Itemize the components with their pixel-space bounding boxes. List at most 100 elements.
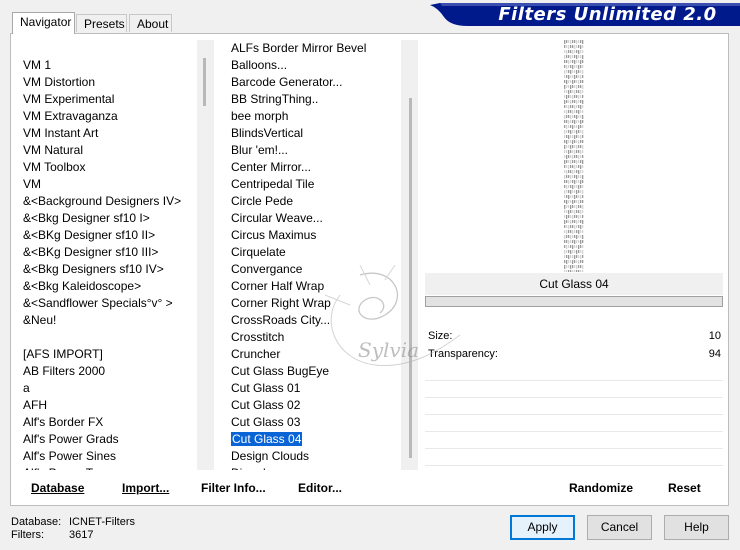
preview-pattern-cell bbox=[582, 155, 584, 158]
status-filters-value: 3617 bbox=[69, 529, 94, 541]
category-item[interactable]: VM bbox=[17, 176, 197, 193]
category-item[interactable]: AFH bbox=[17, 397, 197, 414]
category-item[interactable]: Alf's Power Toys bbox=[17, 465, 197, 470]
preview-pattern-cell bbox=[580, 190, 582, 193]
filter-item[interactable]: Cut Glass BugEye bbox=[222, 363, 400, 380]
category-item[interactable] bbox=[17, 329, 197, 346]
filter-info-button[interactable]: Filter Info... bbox=[201, 481, 266, 495]
filter-item[interactable]: Crosstitch bbox=[222, 329, 400, 346]
preview-pattern-cell bbox=[582, 60, 584, 63]
category-item[interactable]: VM Extravaganza bbox=[17, 108, 197, 125]
filter-item[interactable]: Cruncher bbox=[222, 346, 400, 363]
filter-item[interactable]: Disorder bbox=[222, 465, 400, 470]
preview-pattern-cell bbox=[570, 255, 572, 258]
category-item[interactable]: VM Natural bbox=[17, 142, 197, 159]
category-scrollbar[interactable] bbox=[197, 40, 214, 470]
randomize-button[interactable]: Randomize bbox=[569, 481, 633, 495]
filter-item[interactable]: Corner Right Wrap bbox=[222, 295, 400, 312]
filter-item[interactable]: Cut Glass 03 bbox=[222, 414, 400, 431]
filter-item[interactable]: Circle Pede bbox=[222, 193, 400, 210]
cancel-button[interactable]: Cancel bbox=[587, 515, 652, 540]
preview-pattern-cell bbox=[572, 115, 574, 118]
preview-pattern-cell bbox=[566, 50, 568, 54]
filter-item[interactable]: Corner Half Wrap bbox=[222, 278, 400, 295]
category-item[interactable]: &<Background Designers IV> bbox=[17, 193, 197, 210]
category-item[interactable]: &<Bkg Designers sf10 IV> bbox=[17, 261, 197, 278]
preview-pattern-cell bbox=[574, 240, 576, 244]
category-item[interactable]: a bbox=[17, 380, 197, 397]
tab-about[interactable]: About bbox=[129, 14, 172, 32]
category-item[interactable]: VM Experimental bbox=[17, 91, 197, 108]
preview-pattern-cell bbox=[576, 70, 578, 74]
preview-pattern-cell bbox=[570, 75, 572, 78]
preview-pattern-cell bbox=[574, 220, 576, 223]
filter-scroll-thumb[interactable] bbox=[409, 98, 412, 458]
filter-item[interactable]: Design Clouds bbox=[222, 448, 400, 465]
preview-pattern-cell bbox=[568, 90, 570, 94]
category-item[interactable]: &<Bkg Designer sf10 I> bbox=[17, 210, 197, 227]
category-item[interactable]: &Neu! bbox=[17, 312, 197, 329]
category-item[interactable]: Alf's Border FX bbox=[17, 414, 197, 431]
preview-pattern-cell bbox=[566, 70, 568, 73]
filter-item[interactable]: BlindsVertical bbox=[222, 125, 400, 142]
filter-item[interactable]: Centripedal Tile bbox=[222, 176, 400, 193]
filter-item[interactable]: bee morph bbox=[222, 108, 400, 125]
preview-pattern-cell bbox=[576, 100, 578, 104]
filter-item[interactable]: Convergance bbox=[222, 261, 400, 278]
filter-item[interactable]: ALFs Border Mirror Bevel bbox=[222, 40, 400, 57]
filter-item[interactable]: Blur 'em!... bbox=[222, 142, 400, 159]
import-button[interactable]: Import... bbox=[122, 481, 169, 495]
category-item[interactable]: [AFS IMPORT] bbox=[17, 346, 197, 363]
filter-item[interactable]: Balloons... bbox=[222, 57, 400, 74]
filter-item[interactable]: Circus Maximus bbox=[222, 227, 400, 244]
reset-button[interactable]: Reset bbox=[668, 481, 701, 495]
help-button[interactable]: Help bbox=[664, 515, 729, 540]
preview-pattern-cell bbox=[578, 165, 580, 168]
preview-pattern-cell bbox=[568, 225, 570, 229]
category-scroll-thumb[interactable] bbox=[203, 58, 206, 106]
filter-item[interactable]: Circular Weave... bbox=[222, 210, 400, 227]
tab-navigator[interactable]: Navigator bbox=[12, 12, 75, 34]
editor-button[interactable]: Editor... bbox=[298, 481, 342, 495]
category-item[interactable]: VM Toolbox bbox=[17, 159, 197, 176]
filter-item[interactable]: BB StringThing.. bbox=[222, 91, 400, 108]
filter-item[interactable]: CrossRoads City... bbox=[222, 312, 400, 329]
category-item[interactable]: &<Sandflower Specials°v° > bbox=[17, 295, 197, 312]
filter-list[interactable]: ALFs Border Mirror Bevel Balloons... Barco… bbox=[222, 40, 400, 470]
filter-item[interactable]: Cut Glass 01 bbox=[222, 380, 400, 397]
preview-pattern-cell bbox=[578, 245, 580, 249]
filter-item[interactable]: Cut Glass 02 bbox=[222, 397, 400, 414]
category-item[interactable]: VM Distortion bbox=[17, 74, 197, 91]
filter-item[interactable]: Center Mirror... bbox=[222, 159, 400, 176]
param-size-row[interactable]: Size: 10 bbox=[425, 328, 723, 345]
filter-item-label: Cruncher bbox=[231, 347, 281, 361]
category-item[interactable]: VM Instant Art bbox=[17, 125, 197, 142]
preview-pattern-cell bbox=[572, 185, 574, 189]
preview-pattern-cell bbox=[566, 245, 568, 249]
preview-pattern-cell bbox=[564, 185, 566, 188]
apply-button[interactable]: Apply bbox=[510, 515, 575, 540]
category-item[interactable]: Alf's Power Grads bbox=[17, 431, 197, 448]
category-item[interactable]: &<BKg Designer sf10 III> bbox=[17, 244, 197, 261]
database-button[interactable]: Database bbox=[31, 481, 84, 495]
preview-pattern-cell bbox=[564, 240, 566, 243]
filter-item[interactable]: Cut Glass 04 bbox=[222, 431, 400, 448]
preview-pattern-cell bbox=[564, 135, 566, 138]
preview-pattern-cell bbox=[574, 85, 576, 88]
filter-scrollbar[interactable] bbox=[401, 40, 418, 470]
preview-pattern-cell bbox=[564, 90, 566, 93]
category-item[interactable]: VM 1 bbox=[17, 57, 197, 74]
filter-item[interactable]: Barcode Generator... bbox=[222, 74, 400, 91]
category-item[interactable]: &<BKg Designer sf10 II> bbox=[17, 227, 197, 244]
param-transparency-row[interactable]: Transparency: 94 bbox=[425, 346, 723, 363]
category-item[interactable]: AB Filters 2000 bbox=[17, 363, 197, 380]
category-item[interactable]: &<Bkg Kaleidoscope> bbox=[17, 278, 197, 295]
param-size-value[interactable]: 10 bbox=[709, 328, 721, 345]
category-list[interactable]: VM 1 VM Distortion VM Experimental VM Extra… bbox=[17, 40, 197, 470]
category-item[interactable]: Alf's Power Sines bbox=[17, 448, 197, 465]
preview-pattern-cell bbox=[572, 105, 574, 108]
filter-item[interactable]: Cirquelate bbox=[222, 244, 400, 261]
tab-presets[interactable]: Presets bbox=[76, 14, 127, 32]
parameter-slider[interactable] bbox=[425, 296, 723, 307]
param-transparency-value[interactable]: 94 bbox=[709, 346, 721, 363]
